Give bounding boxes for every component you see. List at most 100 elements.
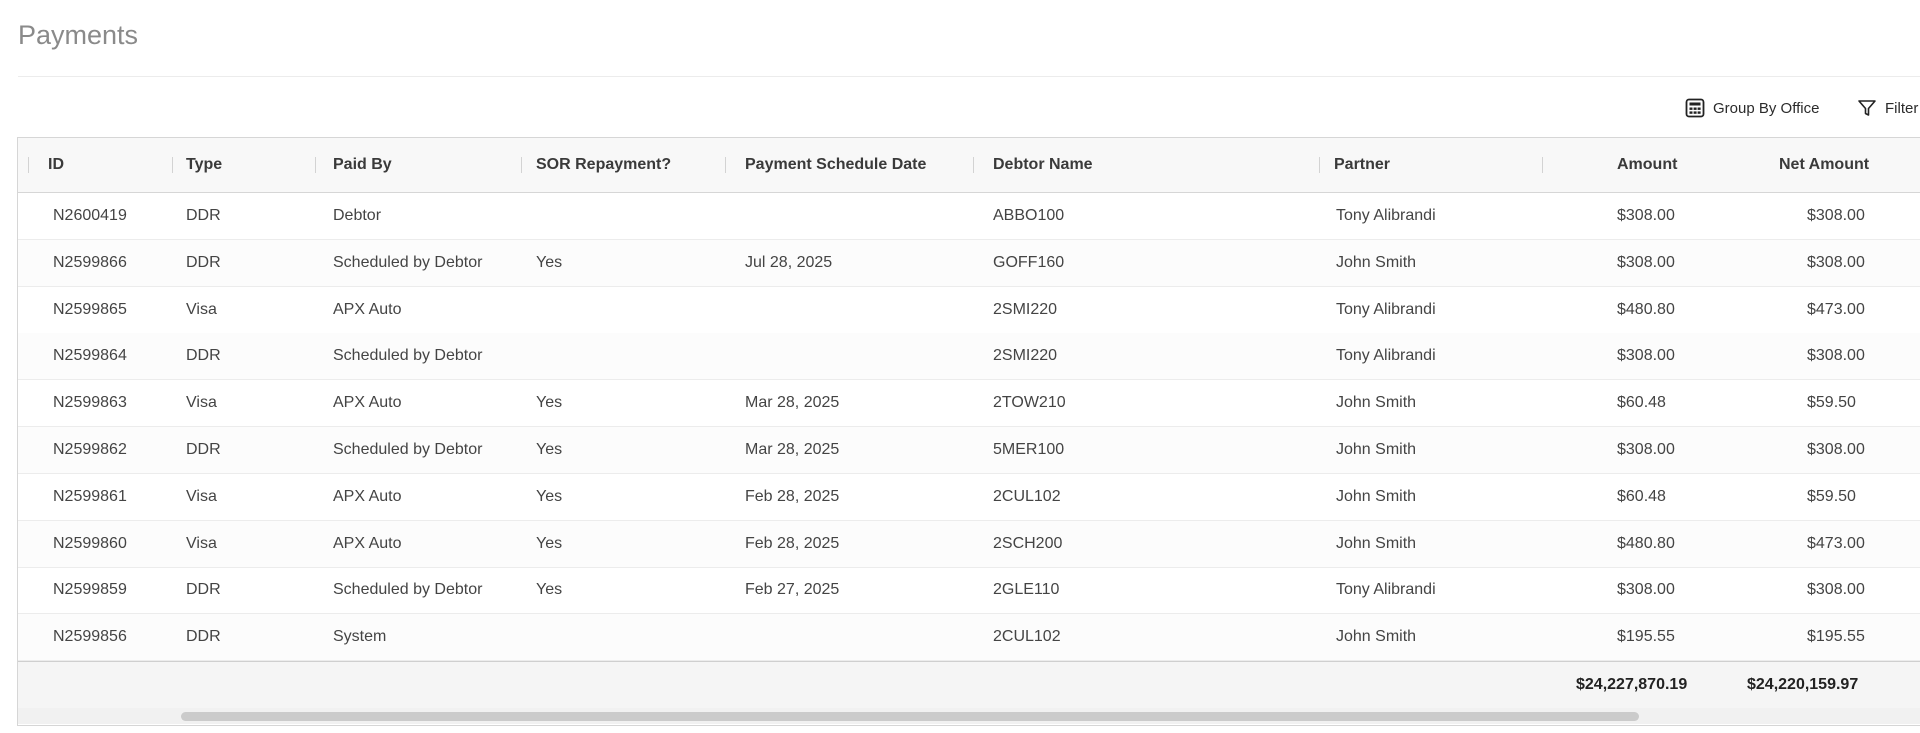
- cell-amount: $60.48: [1617, 487, 1666, 505]
- filter-button[interactable]: Filter: [1857, 98, 1918, 118]
- cell-debtor-name: ABBO100: [993, 207, 1065, 224]
- cell-id: N2599856: [53, 628, 127, 646]
- cell-amount: $308.00: [1617, 207, 1675, 224]
- cell-debtor-name: 5MER100: [993, 441, 1065, 458]
- total-amount: $24,227,870.19: [1576, 676, 1688, 693]
- cell-paid-by: Scheduled by Debtor: [333, 581, 483, 599]
- cell-amount: $308.00: [1617, 253, 1675, 271]
- horizontal-scrollbar[interactable]: [18, 708, 1920, 724]
- cell-type: DDR: [186, 441, 221, 458]
- cell-sor-repayment: Yes: [536, 581, 563, 599]
- cell-type: DDR: [186, 581, 221, 599]
- cell-id: N2600419: [53, 207, 127, 224]
- cell-net-amount: $473.00: [1807, 300, 1865, 318]
- total-net-amount: $24,220,159.97: [1747, 676, 1859, 693]
- table-row[interactable]: N2599865 Visa APX Auto 2SMI220 Tony Alibrand…: [18, 287, 1920, 334]
- cell-partner: John Smith: [1336, 441, 1417, 458]
- cell-id: N2599864: [53, 347, 127, 365]
- cell-net-amount: $308.00: [1807, 207, 1865, 224]
- cell-id: N2599862: [53, 441, 127, 458]
- column-header-net-amount[interactable]: Net Amount: [1779, 138, 1869, 192]
- column-header-payment-schedule-date[interactable]: Payment Schedule Date: [745, 138, 926, 192]
- cell-debtor-name: GOFF160: [993, 253, 1065, 271]
- cell-id: N2599860: [53, 534, 127, 552]
- table-row[interactable]: N2600419 DDR Debtor ABBO100 Tony Alibrandi $3…: [18, 193, 1920, 240]
- column-resize-handle[interactable]: [973, 157, 974, 173]
- cell-net-amount: $473.00: [1807, 534, 1865, 552]
- column-resize-handle[interactable]: [521, 157, 522, 173]
- cell-id: N2599865: [53, 300, 127, 318]
- cell-payment-schedule-date: Jul 28, 2025: [745, 253, 833, 271]
- cell-paid-by: Debtor: [333, 207, 382, 224]
- cell-amount: $308.00: [1617, 441, 1675, 458]
- cell-net-amount: $308.00: [1807, 441, 1865, 458]
- cell-sor-repayment: Yes: [536, 253, 563, 271]
- column-resize-handle[interactable]: [315, 157, 316, 173]
- cell-type: DDR: [186, 628, 221, 646]
- column-header-amount[interactable]: Amount: [1617, 138, 1677, 192]
- cell-id: N2599866: [53, 253, 127, 271]
- column-header-type[interactable]: Type: [186, 138, 222, 192]
- cell-debtor-name: 2TOW210: [993, 394, 1066, 412]
- horizontal-scrollbar-thumb[interactable]: [181, 712, 1639, 721]
- cell-sor-repayment: Yes: [536, 534, 563, 552]
- column-resize-handle[interactable]: [1319, 157, 1320, 173]
- table-row[interactable]: N2599860 Visa APX Auto Yes Feb 28, 2025 2SCH2…: [18, 520, 1920, 568]
- cell-amount: $308.00: [1617, 347, 1675, 365]
- cell-paid-by: APX Auto: [333, 534, 402, 552]
- cell-debtor-name: 2CUL102: [993, 487, 1061, 505]
- cell-paid-by: System: [333, 628, 387, 646]
- column-resize-handle[interactable]: [725, 157, 726, 173]
- cell-partner: Tony Alibrandi: [1336, 347, 1436, 365]
- group-by-office-button[interactable]: Group By Office: [1685, 98, 1819, 118]
- cell-paid-by: APX Auto: [333, 487, 402, 505]
- column-resize-handle[interactable]: [172, 157, 173, 173]
- cell-amount: $480.80: [1617, 300, 1675, 318]
- cell-net-amount: $308.00: [1807, 347, 1865, 365]
- column-header-partner[interactable]: Partner: [1334, 138, 1390, 192]
- cell-amount: $308.00: [1617, 581, 1675, 599]
- cell-net-amount: $308.00: [1807, 253, 1865, 271]
- cell-type: Visa: [186, 300, 217, 318]
- cell-paid-by: APX Auto: [333, 394, 402, 412]
- table-row[interactable]: N2599862 DDR Scheduled by Debtor Yes Mar 28,…: [18, 427, 1920, 474]
- cell-type: Visa: [186, 487, 217, 505]
- cell-payment-schedule-date: Feb 28, 2025: [745, 534, 840, 552]
- cell-partner: John Smith: [1336, 628, 1417, 646]
- cell-partner: John Smith: [1336, 394, 1417, 412]
- table-row[interactable]: N2599859 DDR Scheduled by Debtor Yes Feb 27,…: [18, 567, 1920, 615]
- grid-footer-totals: $24,227,870.19 $24,220,159.97: [18, 661, 1920, 708]
- cell-debtor-name: 2SCH200: [993, 534, 1063, 552]
- cell-type: Visa: [186, 534, 217, 552]
- cell-payment-schedule-date: Mar 28, 2025: [745, 441, 840, 458]
- table-row[interactable]: N2599866 DDR Scheduled by Debtor Yes Jul 28,…: [18, 239, 1920, 287]
- cell-partner: Tony Alibrandi: [1336, 581, 1436, 599]
- cell-net-amount: $308.00: [1807, 581, 1865, 599]
- cell-debtor-name: 2SMI220: [993, 300, 1058, 318]
- cell-net-amount: $195.55: [1807, 628, 1865, 646]
- cell-payment-schedule-date: Mar 28, 2025: [745, 394, 840, 412]
- table-row[interactable]: N2599861 Visa APX Auto Yes Feb 28, 2025 2CUL1…: [18, 474, 1920, 521]
- cell-partner: John Smith: [1336, 534, 1417, 552]
- cell-net-amount: $59.50: [1807, 487, 1856, 505]
- title-divider: [18, 76, 1920, 77]
- column-header-debtor-name[interactable]: Debtor Name: [993, 138, 1093, 192]
- cell-debtor-name: 2SMI220: [993, 347, 1058, 365]
- cell-id: N2599863: [53, 394, 127, 412]
- column-header-sor-repayment[interactable]: SOR Repayment?: [536, 138, 671, 192]
- column-resize-handle[interactable]: [28, 157, 29, 173]
- cell-type: DDR: [186, 253, 221, 271]
- calculator-icon: [1685, 98, 1705, 118]
- column-header-id[interactable]: ID: [48, 138, 64, 192]
- page-title: Payments: [18, 20, 139, 50]
- cell-partner: Tony Alibrandi: [1336, 300, 1436, 318]
- cell-type: Visa: [186, 394, 217, 412]
- table-row[interactable]: N2599856 DDR System 2CUL102 John Smith $195.5…: [18, 614, 1920, 662]
- table-row[interactable]: N2599863 Visa APX Auto Yes Mar 28, 2025 2TOW2…: [18, 380, 1920, 428]
- column-header-paid-by[interactable]: Paid By: [333, 138, 392, 192]
- cell-id: N2599859: [53, 581, 127, 599]
- table-row[interactable]: N2599864 DDR Scheduled by Debtor 2SMI220 Ton…: [18, 333, 1920, 381]
- column-resize-handle[interactable]: [1542, 157, 1543, 173]
- cell-debtor-name: 2GLE110: [993, 581, 1060, 599]
- cell-amount: $480.80: [1617, 534, 1675, 552]
